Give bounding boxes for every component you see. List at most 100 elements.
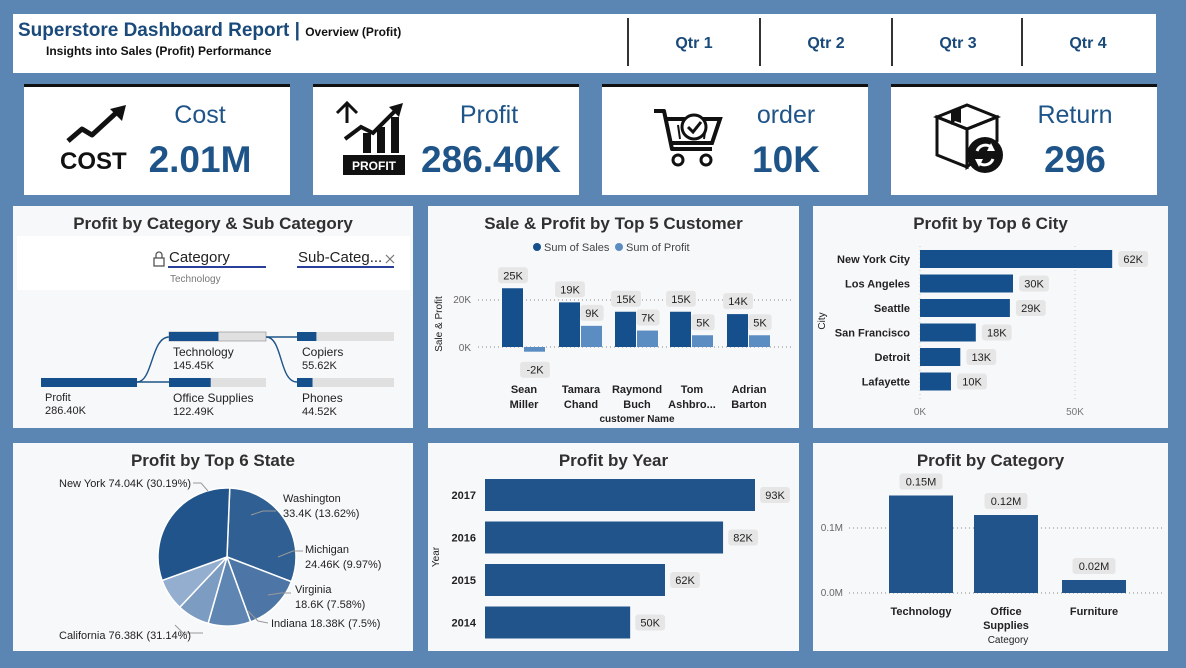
kpi-return-value: 296	[1044, 139, 1106, 180]
decomp-office-supplies-bar[interactable]	[169, 378, 211, 387]
category-tick-label: Office	[990, 606, 1021, 618]
state-pie-svg: New York 74.04K (30.19%) Washington 33.4…	[59, 478, 381, 642]
profit-bar[interactable]	[749, 335, 770, 347]
city-x-tick-0k: 0K	[914, 407, 927, 418]
pie-label-indiana: Indiana 18.38K (7.5%)	[271, 618, 380, 630]
city-y-axis-label: City	[817, 312, 828, 329]
year-bar[interactable]	[485, 479, 755, 511]
title-separator: |	[294, 20, 300, 41]
city-data-label: 18K	[987, 328, 1007, 340]
city-tick-label: San Francisco	[835, 328, 910, 340]
page-name: Overview (Profit)	[305, 25, 402, 39]
kpi-order-label: order	[756, 101, 816, 129]
city-bar[interactable]	[920, 372, 951, 391]
category-y-tick-0.1m: 0.1M	[821, 523, 843, 534]
sales-data-label: 15K	[616, 294, 636, 306]
sales-bar[interactable]	[502, 288, 523, 347]
year-data-label: 50K	[640, 618, 660, 630]
profit-icon-text: PROFIT	[352, 159, 397, 173]
legend-profit-marker	[615, 243, 623, 251]
qtr3-button[interactable]: Qtr 3	[891, 18, 1023, 66]
pie-label-washington-name: Washington	[283, 493, 341, 505]
year-chart-svg: Year 2017 93K 2016 82K 2015 62K 2014 50K	[431, 479, 790, 639]
report-subtitle: Insights into Sales (Profit) Performance	[46, 44, 272, 58]
decomp-level2-label[interactable]: Sub-Categ...	[298, 249, 382, 266]
city-bar[interactable]	[920, 348, 961, 366]
year-bar[interactable]	[485, 606, 631, 639]
customer-tick-label: Chand	[564, 399, 598, 411]
city-bar[interactable]	[920, 323, 976, 342]
year-chart-panel: Profit by Year Year 2017 93K 2016 82K 2015 62…	[428, 443, 799, 651]
decomp-phones-label: Phones	[302, 391, 343, 405]
pie-label-virginia-name: Virginia	[295, 584, 332, 596]
city-chart-svg: City New York City 62K Los Angeles 30K Seatt…	[817, 246, 1149, 418]
sales-data-label: 25K	[503, 270, 523, 282]
kpi-order-value: 10K	[752, 139, 820, 180]
category-bar[interactable]	[974, 515, 1038, 593]
profit-data-label: 5K	[696, 317, 710, 329]
customer-tick-label: Miller	[510, 399, 539, 411]
category-y-tick-0.0m: 0.0M	[821, 588, 843, 599]
category-chart-panel: Profit by Category 0.1M 0.0M 0.15M Techno…	[813, 443, 1168, 651]
year-y-axis-label: Year	[431, 546, 442, 567]
pie-label-michigan-name: Michigan	[305, 544, 349, 556]
decomp-level1-value: Technology	[170, 274, 221, 285]
city-bar[interactable]	[920, 274, 1013, 293]
pie-label-virginia-value: 18.6K (7.58%)	[295, 599, 365, 611]
sales-bar[interactable]	[559, 302, 580, 347]
profit-data-label: -2K	[526, 365, 544, 377]
city-data-label: 10K	[962, 377, 982, 389]
customer-y-tick-0k: 0K	[459, 343, 472, 354]
year-data-label: 93K	[765, 490, 785, 502]
decomp-root-label: Profit	[45, 392, 71, 404]
sales-bar[interactable]	[615, 311, 636, 347]
category-bar[interactable]	[1062, 580, 1126, 593]
customer-x-axis-label: customer Name	[599, 414, 674, 425]
kpi-profit-card: PROFIT Profit 286.40K	[313, 84, 579, 195]
decomp-tree-svg: Category Technology Sub-Categ... Profit …	[41, 249, 395, 418]
city-data-label: 13K	[972, 352, 992, 364]
title-text: Superstore Dashboard Report	[18, 20, 290, 41]
qtr2-button[interactable]: Qtr 2	[759, 18, 891, 66]
pie-label-washington-value: 33.4K (13.62%)	[283, 508, 359, 520]
return-box-icon	[932, 101, 1009, 180]
city-bar[interactable]	[920, 250, 1113, 268]
profit-bar[interactable]	[524, 347, 545, 352]
year-bar[interactable]	[485, 564, 665, 596]
profit-bar[interactable]	[581, 325, 602, 347]
category-data-label: 0.02M	[1079, 561, 1110, 573]
profit-bar[interactable]	[692, 335, 713, 347]
cost-trend-icon: COST	[60, 103, 140, 178]
decomposition-tree-panel: Profit by Category & Sub Category Catego…	[13, 206, 413, 428]
kpi-cost-card: COST Cost 2.01M	[24, 84, 290, 195]
category-chart-svg: 0.1M 0.0M 0.15M Technology 0.12M Office Supp…	[821, 473, 1163, 646]
customer-tick-label: Sean	[511, 384, 538, 396]
profit-data-label: 9K	[585, 308, 599, 320]
customer-y-axis-label: Sale & Profit	[434, 296, 445, 352]
sales-data-label: 19K	[560, 284, 580, 296]
lock-icon	[153, 251, 165, 267]
year-bar[interactable]	[485, 521, 724, 554]
decomp-copiers-value: 55.62K	[302, 360, 338, 372]
decomp-office-supplies-value: 122.49K	[173, 406, 215, 418]
customer-chart-panel: Sale & Profit by Top 5 Customer Sum of S…	[428, 206, 799, 428]
sales-bar[interactable]	[670, 311, 691, 347]
qtr1-button[interactable]: Qtr 1	[627, 18, 759, 66]
profit-data-label: 7K	[641, 313, 655, 325]
close-icon[interactable]	[385, 254, 395, 264]
decomp-technology-bar[interactable]	[169, 332, 219, 341]
decomp-copiers-bar[interactable]	[297, 332, 317, 341]
category-tick-label: Supplies	[983, 620, 1029, 632]
decomp-level1-label[interactable]: Category	[169, 249, 230, 266]
customer-tick-label: Tamara	[562, 384, 601, 396]
city-bar[interactable]	[920, 299, 1010, 317]
sales-bar[interactable]	[727, 314, 748, 347]
qtr4-button[interactable]: Qtr 4	[1021, 18, 1153, 66]
customer-y-tick-20k: 20K	[453, 295, 471, 306]
decomp-phones-bar[interactable]	[297, 378, 313, 387]
profit-bar[interactable]	[637, 330, 658, 347]
category-bar[interactable]	[889, 495, 953, 594]
state-pie-panel: Profit by Top 6 State New York 74.04K (3…	[13, 443, 413, 651]
decomp-root-bar[interactable]	[41, 378, 137, 387]
city-data-label: 62K	[1123, 254, 1143, 266]
